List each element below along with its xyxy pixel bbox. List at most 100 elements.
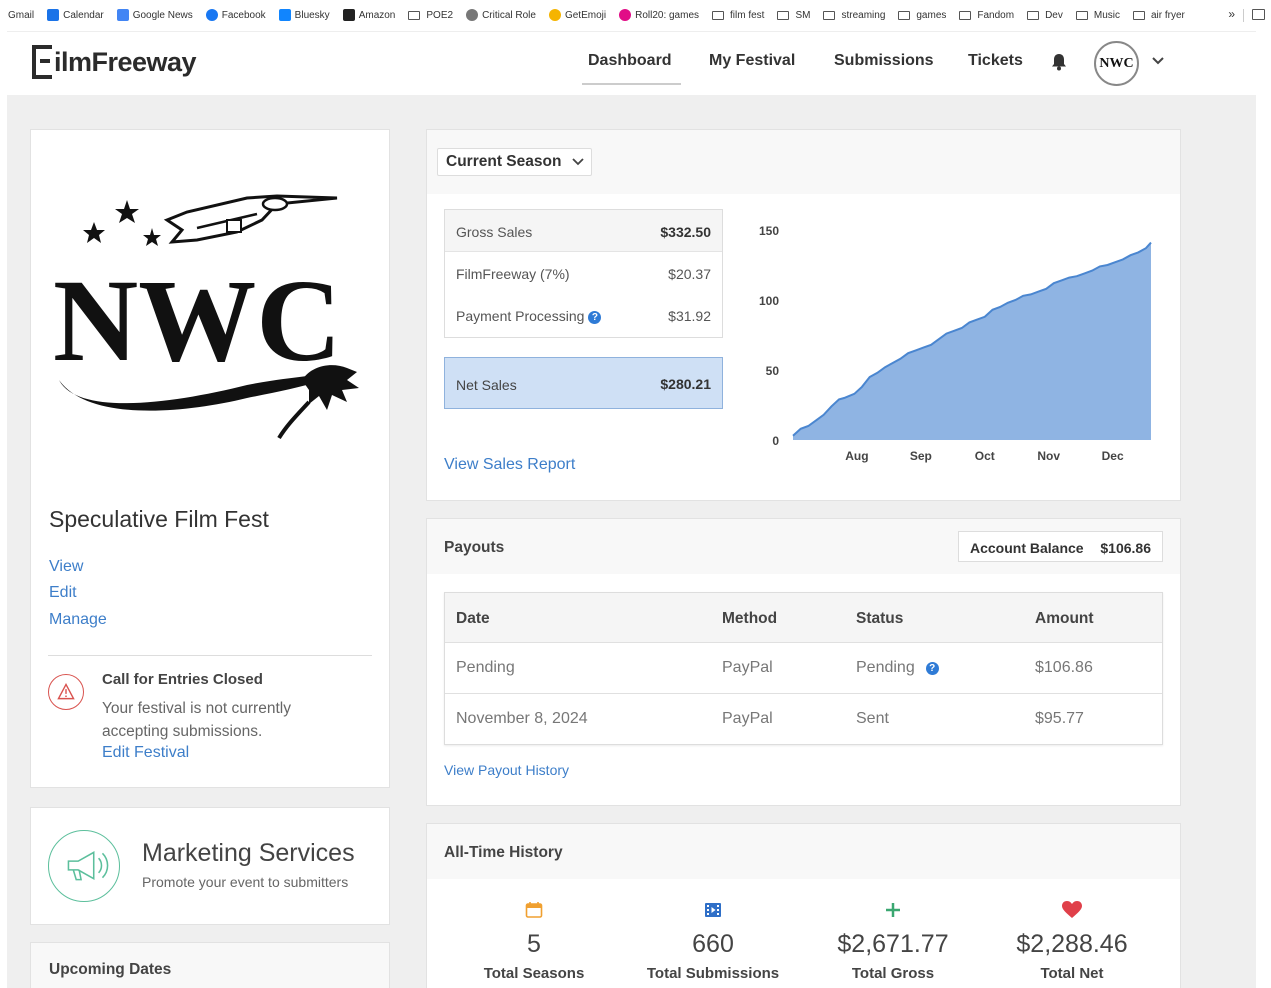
nav-submissions[interactable]: Submissions xyxy=(834,52,934,70)
folder-icon xyxy=(898,10,911,20)
bookmark-item[interactable]: Roll20: games xyxy=(619,9,699,21)
bookmark-label: Amazon xyxy=(358,9,396,21)
marketing-card[interactable]: Marketing Services Promote your event to… xyxy=(30,807,390,925)
bell-icon[interactable] xyxy=(1051,53,1067,71)
nav-active-underline xyxy=(582,83,681,85)
folder-icon xyxy=(1075,10,1088,20)
festival-view-link[interactable]: View xyxy=(49,558,83,576)
festival-logo: NWC xyxy=(53,194,359,440)
nav-dashboard[interactable]: Dashboard xyxy=(588,52,672,70)
payouts-table: Date Method Status Amount Pending PayPal… xyxy=(444,592,1163,745)
season-select[interactable]: Current Season xyxy=(437,148,592,176)
festival-manage-link[interactable]: Manage xyxy=(49,611,107,629)
stat-total-gross: $2,671.77 Total Gross xyxy=(803,898,983,982)
nav-my-festival[interactable]: My Festival xyxy=(709,52,795,70)
column-header-method: Method xyxy=(722,610,778,627)
payouts-card: Payouts Account Balance $106.86 Date Met… xyxy=(426,518,1181,806)
y-tick-label: 50 xyxy=(766,364,780,378)
bookmark-label: POE2 xyxy=(426,9,454,21)
help-icon[interactable]: ? xyxy=(925,662,939,675)
stat-total-submissions: 660 Total Submissions xyxy=(623,898,803,982)
total-gross-label: Total Gross xyxy=(851,965,935,982)
x-tick-label: Aug xyxy=(845,449,868,463)
bookmarks-more-button[interactable]: » xyxy=(1228,7,1235,21)
bookmark-label: Calendar xyxy=(63,9,104,21)
folder-icon xyxy=(1027,10,1040,20)
view-sales-report-link[interactable]: View Sales Report xyxy=(444,456,575,474)
bookmark-item[interactable]: Calendar xyxy=(47,9,104,21)
all-time-history-card: All-Time History 5 Total Seasons 660 Tot… xyxy=(426,823,1181,988)
stat-total-seasons: 5 Total Seasons xyxy=(444,898,624,982)
dashboard-page: NWC Speculative Film Fest View Edit Mana… xyxy=(7,95,1256,988)
payment-processing-row: Payment Processing? $31.92 xyxy=(445,294,722,336)
folder-icon xyxy=(712,10,725,20)
call-for-entries-text: Your festival is not currently accepting… xyxy=(102,700,291,740)
filmfreeway-logo[interactable]: ilmFreeway xyxy=(32,45,197,79)
y-tick-label: 100 xyxy=(759,294,779,308)
divider xyxy=(48,655,372,656)
bookmark-item[interactable]: Critical Role xyxy=(466,9,536,21)
payout-status: Sent xyxy=(856,710,889,727)
folder-icon xyxy=(823,10,836,20)
bookmark-item[interactable]: GetEmoji xyxy=(548,9,606,21)
critical-role-icon xyxy=(466,9,479,21)
bookmark-item[interactable]: SM xyxy=(777,10,810,21)
column-header-status: Status xyxy=(856,610,904,627)
chevron-down-icon[interactable] xyxy=(1151,56,1165,66)
bookmark-item[interactable]: Gmail xyxy=(8,10,34,21)
bookmark-item[interactable]: POE2 xyxy=(408,10,453,21)
bookmark-label: Gmail xyxy=(8,9,35,21)
bookmark-item[interactable]: Facebook xyxy=(205,9,266,21)
help-icon[interactable]: ? xyxy=(588,311,602,324)
marketing-title: Marketing Services xyxy=(142,839,355,867)
bookmarks-separator xyxy=(1243,9,1244,22)
bookmark-item[interactable]: Fandom xyxy=(959,10,1014,21)
bookmark-item[interactable]: Bluesky xyxy=(278,9,330,21)
history-title: All-Time History xyxy=(444,844,563,861)
payment-processing-label: Payment Processing xyxy=(456,308,585,324)
total-submissions-value: 660 xyxy=(692,930,734,958)
gross-sales-row: Gross Sales $332.50 xyxy=(445,210,722,252)
avatar[interactable]: NWC xyxy=(1094,41,1139,86)
festival-edit-link[interactable]: Edit xyxy=(49,584,77,602)
upcoming-dates-title: Upcoming Dates xyxy=(49,961,172,978)
bookmark-item[interactable]: Google News xyxy=(116,9,193,21)
other-bookmarks-folder-icon[interactable] xyxy=(1252,9,1265,20)
call-for-entries-title: Call for Entries Closed xyxy=(102,671,263,688)
x-tick-label: Oct xyxy=(975,449,995,463)
butterfly-icon xyxy=(278,9,291,21)
bookmark-label: Facebook xyxy=(221,9,266,21)
account-balance-label: Account Balance xyxy=(970,540,1084,556)
bookmark-item[interactable]: Amazon xyxy=(342,9,396,21)
bookmark-label: Music xyxy=(1093,9,1120,21)
bookmark-label: games xyxy=(916,9,947,21)
logo-f-icon xyxy=(32,45,52,79)
payout-method: PayPal xyxy=(722,710,773,727)
folder-icon xyxy=(408,10,421,20)
chevron-down-icon xyxy=(572,158,584,166)
megaphone-icon xyxy=(48,830,120,902)
sales-area-series xyxy=(793,242,1151,440)
logo-text: ilmFreeway xyxy=(54,46,197,77)
amazon-icon xyxy=(342,9,355,21)
season-select-value: Current Season xyxy=(446,153,562,170)
column-header-amount: Amount xyxy=(1035,610,1094,627)
payment-processing-value: $31.92 xyxy=(668,308,711,324)
bookmark-item[interactable]: air fryer xyxy=(1133,10,1185,21)
nav-tickets[interactable]: Tickets xyxy=(968,52,1023,70)
bookmark-item[interactable]: Dev xyxy=(1027,10,1063,21)
total-net-value: $2,288.46 xyxy=(1016,930,1128,958)
x-tick-label: Nov xyxy=(1037,449,1060,463)
net-sales-value: $280.21 xyxy=(660,376,711,392)
festival-logo-text: NWC xyxy=(53,255,341,386)
bookmark-label: Critical Role xyxy=(482,9,536,21)
bookmark-item[interactable]: Music xyxy=(1075,9,1120,21)
bookmark-item[interactable]: streaming xyxy=(823,10,885,21)
bookmark-item[interactable]: film fest xyxy=(712,10,764,21)
payout-status: Pending xyxy=(856,659,915,676)
view-payout-history-link[interactable]: View Payout History xyxy=(444,762,569,778)
bookmark-label: SM xyxy=(795,9,811,21)
film-icon xyxy=(705,903,721,917)
bookmark-item[interactable]: games xyxy=(898,10,946,21)
edit-festival-link[interactable]: Edit Festival xyxy=(102,744,189,762)
